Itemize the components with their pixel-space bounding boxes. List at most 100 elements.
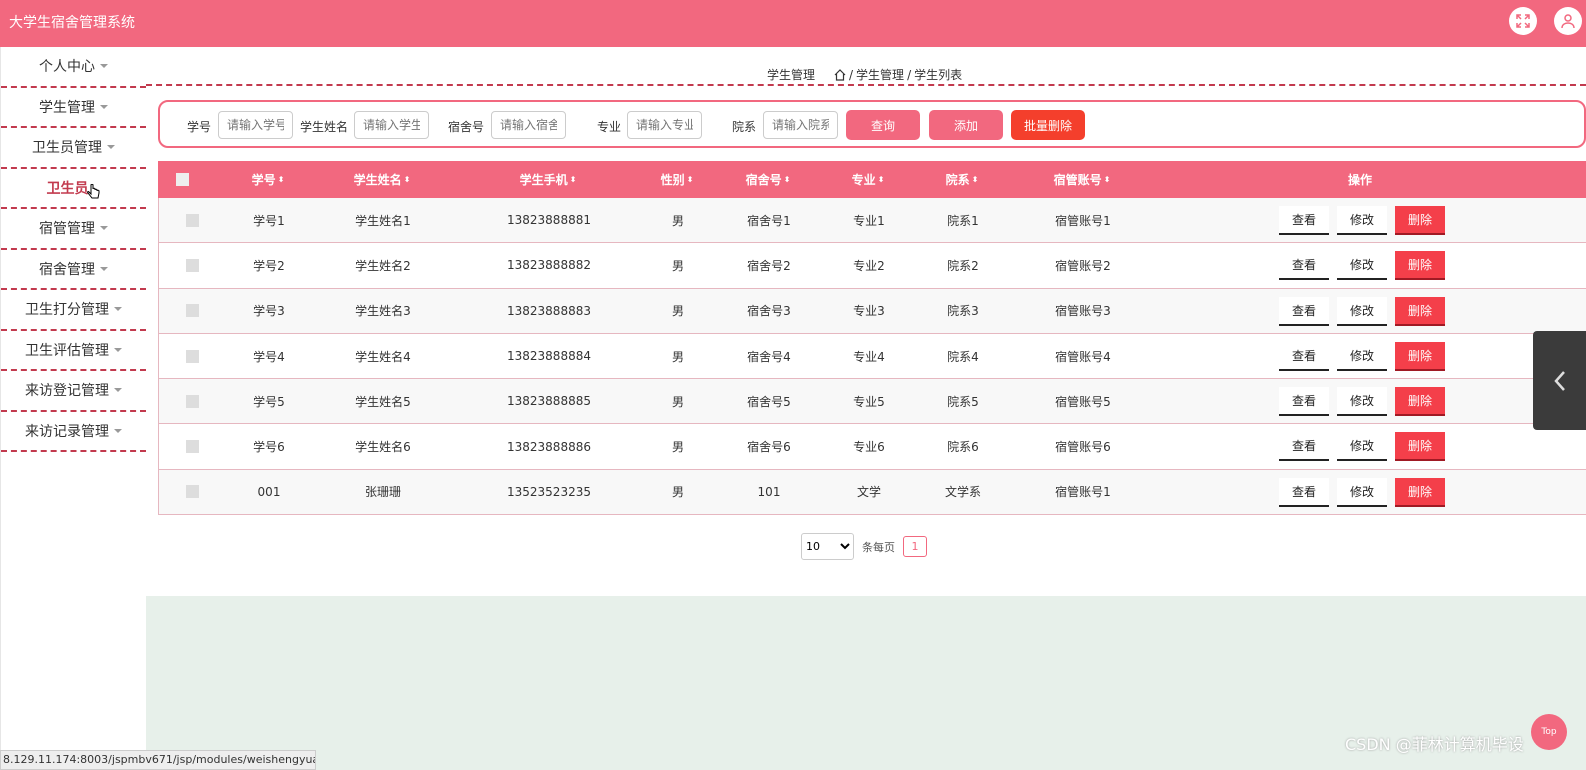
major-input[interactable] — [627, 111, 702, 139]
side-panel-toggle[interactable] — [1533, 331, 1586, 430]
user-avatar-button[interactable] — [1554, 7, 1582, 35]
table-row: 学号3 学生姓名3 13823888883 男 宿舍号3 专业3 院系3 宿管账号3 查看 修改删… — [158, 288, 1586, 334]
view-button[interactable]: 查看 — [1279, 477, 1329, 507]
column-header-gender[interactable]: 性别 ⬍ — [637, 161, 717, 198]
chevron-down-icon — [100, 226, 108, 231]
sidebar-item-label: 卫生员管理 — [32, 140, 102, 157]
sort-icon: ⬍ — [877, 175, 885, 184]
page-size-select[interactable]: 10 — [801, 533, 854, 560]
sidebar-item-sanitation-staff[interactable]: 卫生员 — [1, 169, 146, 209]
select-all-checkbox[interactable] — [176, 173, 189, 186]
row-select-cell — [177, 379, 207, 423]
breadcrumb-link-student-management[interactable]: 学生管理 — [856, 66, 904, 83]
dorm-number-cell: 宿舍号3 — [747, 304, 791, 319]
delete-button[interactable]: 删除 — [1395, 206, 1445, 235]
sidebar-item-visit-record-management[interactable]: 来访记录管理 — [1, 412, 146, 452]
delete-button[interactable]: 删除 — [1395, 387, 1445, 417]
student-name-label: 学生姓名 — [300, 120, 349, 134]
gender-cell: 男 — [671, 440, 684, 455]
view-button[interactable]: 查看 — [1279, 432, 1329, 462]
sidebar-item-sanitation-staff-management[interactable]: 卫生员管理 — [1, 128, 146, 169]
chevron-down-icon — [114, 347, 122, 352]
top-navbar: 大学生宿舍管理系统 — [0, 0, 1586, 47]
sidebar-item-hygiene-score-management[interactable]: 卫生打分管理 — [1, 290, 146, 331]
per-page-label: 条每页 — [862, 540, 895, 554]
view-button[interactable]: 查看 — [1279, 387, 1329, 417]
dorm-number-input[interactable] — [491, 111, 566, 139]
student-name-cell: 学生姓名1 — [355, 213, 411, 228]
dorm-number-cell: 101 — [757, 484, 781, 499]
department-cell: 院系3 — [947, 304, 979, 319]
phone-cell: 13823888885 — [507, 394, 591, 409]
batch-delete-button[interactable]: 批量删除 — [1011, 110, 1085, 140]
edit-button[interactable]: 修改 — [1337, 206, 1387, 235]
delete-button[interactable]: 删除 — [1395, 477, 1445, 507]
edit-button[interactable]: 修改 — [1337, 251, 1387, 281]
fullscreen-button[interactable] — [1509, 7, 1537, 35]
column-header-label: 操作 — [1347, 173, 1372, 187]
sidebar-item-personal-center[interactable]: 个人中心 — [1, 47, 146, 88]
edit-button[interactable]: 修改 — [1337, 296, 1387, 326]
student-name-cell: 学生姓名2 — [355, 258, 411, 273]
column-header-label: 学生姓名 — [353, 173, 402, 187]
sidebar-item-hygiene-evaluation-management[interactable]: 卫生评估管理 — [1, 331, 146, 371]
row-select-cell — [177, 243, 207, 287]
column-header-dorm-number[interactable]: 宿舍号 ⬍ — [718, 161, 818, 198]
gender-cell: 男 — [671, 394, 684, 409]
sidebar-item-student-management[interactable]: 学生管理 — [1, 88, 146, 128]
delete-button[interactable]: 删除 — [1395, 341, 1445, 371]
column-header-manager-account[interactable]: 宿管账号 ⬍ — [1032, 161, 1132, 198]
view-button[interactable]: 查看 — [1279, 296, 1329, 326]
department-cell: 文学系 — [944, 485, 981, 500]
sidebar-item-visitor-registration-management[interactable]: 来访登记管理 — [1, 371, 146, 412]
student-name-input[interactable] — [354, 111, 429, 139]
edit-button[interactable]: 修改 — [1337, 477, 1387, 507]
sidebar-item-label: 来访记录管理 — [25, 423, 109, 440]
sidebar-item-dorm-management[interactable]: 宿舍管理 — [1, 250, 146, 290]
column-header-department[interactable]: 院系 ⬍ — [922, 161, 1002, 198]
delete-button[interactable]: 删除 — [1395, 251, 1445, 281]
delete-button[interactable]: 删除 — [1395, 296, 1445, 326]
row-checkbox[interactable] — [185, 440, 199, 454]
edit-button[interactable]: 修改 — [1337, 341, 1387, 371]
row-checkbox[interactable] — [185, 258, 199, 272]
edit-button[interactable]: 修改 — [1337, 432, 1387, 462]
department-cell: 院系2 — [947, 258, 979, 273]
view-button[interactable]: 查看 — [1279, 251, 1329, 281]
home-icon[interactable] — [834, 68, 846, 81]
row-checkbox[interactable] — [185, 304, 199, 318]
page-number-button[interactable]: 1 — [903, 536, 927, 557]
sort-icon: ⬍ — [1103, 175, 1111, 184]
sidebar-item-dorm-manager-management[interactable]: 宿管管理 — [1, 209, 146, 250]
back-to-top-button[interactable]: Top — [1531, 714, 1567, 750]
add-button[interactable]: 添加 — [929, 110, 1003, 140]
column-header-label: 院系 — [945, 173, 970, 187]
column-header-student-name[interactable]: 学生姓名 ⬍ — [322, 161, 442, 198]
student-id-cell: 学号1 — [253, 213, 285, 228]
phone-cell: 13823888882 — [507, 258, 591, 273]
student-id-input[interactable] — [218, 111, 293, 139]
department-input[interactable] — [763, 111, 838, 139]
view-button[interactable]: 查看 — [1279, 341, 1329, 371]
search-form: 学号 学生姓名 宿舍号 专业 院系 查询 添加 批量删除 — [158, 100, 1586, 148]
row-checkbox[interactable] — [185, 485, 199, 499]
department-cell: 院系1 — [947, 213, 979, 228]
table-row: 学号5 学生姓名5 13823888885 男 宿舍号5 专业5 院系5 宿管账号5 查看 修改删… — [158, 379, 1586, 425]
row-checkbox[interactable] — [185, 349, 199, 363]
student-id-cell: 学号6 — [253, 440, 285, 455]
phone-cell: 13823888886 — [507, 439, 591, 454]
column-header-major[interactable]: 专业 ⬍ — [828, 161, 908, 198]
delete-button[interactable]: 删除 — [1395, 432, 1445, 462]
manager-account-cell: 宿管账号1 — [1055, 213, 1111, 228]
row-checkbox[interactable] — [185, 394, 199, 408]
column-header-label: 学生手机 — [519, 173, 568, 187]
row-checkbox[interactable] — [185, 213, 199, 227]
edit-button[interactable]: 修改 — [1337, 387, 1387, 417]
table-row: 学号1 学生姓名1 13823888881 男 宿舍号1 专业1 院系1 宿管账号1 查看 修改删… — [158, 198, 1586, 244]
gender-cell: 男 — [671, 485, 684, 500]
view-button[interactable]: 查看 — [1279, 206, 1329, 235]
column-header-student-id[interactable]: 学号 ⬍ — [218, 161, 318, 198]
query-button[interactable]: 查询 — [846, 110, 920, 140]
column-header-phone[interactable]: 学生手机 ⬍ — [478, 161, 618, 198]
department-label: 院系 — [732, 120, 757, 134]
